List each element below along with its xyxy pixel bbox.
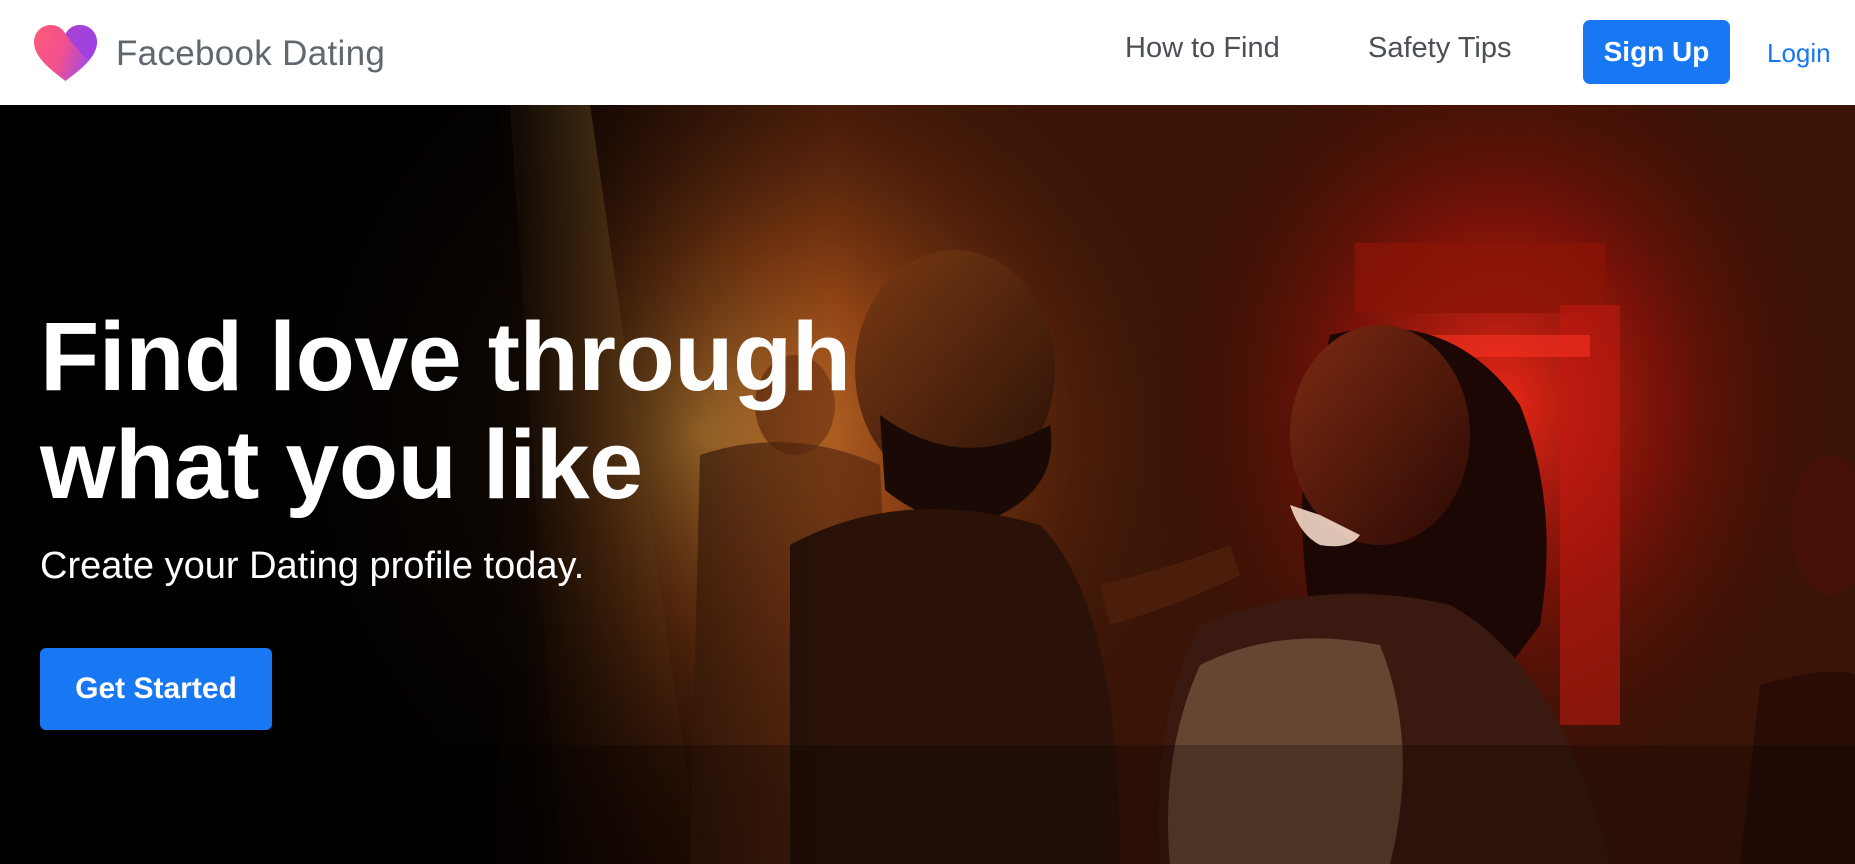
login-link[interactable]: Login [1767, 38, 1831, 69]
sign-up-button[interactable]: Sign Up [1583, 20, 1730, 84]
heart-logo-icon [33, 25, 98, 83]
get-started-button[interactable]: Get Started [40, 648, 272, 730]
hero-title: Find love through what you like [40, 303, 1020, 519]
hero-title-line-1: Find love through [40, 302, 851, 411]
page: Facebook Dating How to Find Safety Tips … [0, 0, 1855, 864]
hero-subtitle: Create your Dating profile today. [40, 545, 585, 587]
nav-safety-tips[interactable]: Safety Tips [1368, 32, 1511, 65]
site-header: Facebook Dating How to Find Safety Tips … [0, 0, 1855, 105]
brand-link[interactable]: Facebook Dating [33, 25, 385, 83]
hero-title-line-2: what you like [40, 410, 643, 519]
nav-how-to-find[interactable]: How to Find [1125, 32, 1280, 65]
brand-name: Facebook Dating [116, 34, 386, 73]
hero-section: Find love through what you like Create y… [0, 105, 1855, 864]
